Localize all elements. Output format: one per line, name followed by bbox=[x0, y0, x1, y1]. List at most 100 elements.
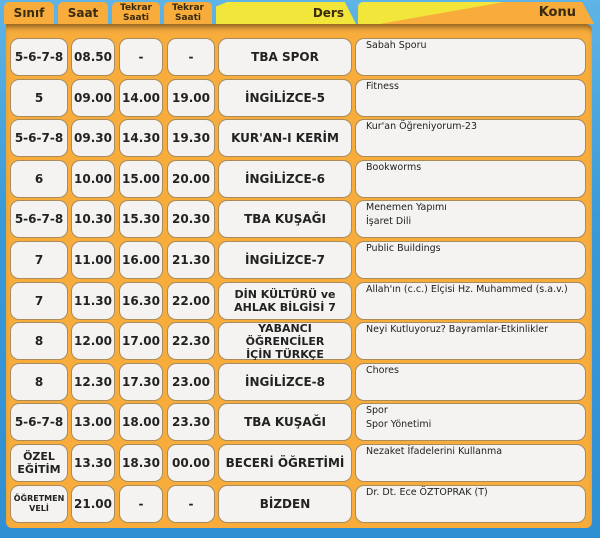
cell-saat: 13.30 bbox=[71, 444, 115, 482]
cell-ders-text: İNGİLİZCE-8 bbox=[245, 374, 325, 389]
cell-saat: 09.00 bbox=[71, 78, 115, 117]
cell-sinif-line: ÖZEL bbox=[23, 450, 55, 463]
cell-tekrar-saati-2: 22.00 bbox=[167, 281, 215, 320]
cell-saat-text: 09.00 bbox=[74, 90, 112, 105]
cell-tekrar-saati-2: 00.00 bbox=[167, 444, 215, 482]
cell-sinif-text: 5-6-7-8 bbox=[14, 131, 64, 146]
cell-saat-text: 12.30 bbox=[74, 374, 112, 389]
cell-ders: İNGİLİZCE-8 bbox=[218, 362, 352, 401]
cell-tekrar-saati-1-text: 17.00 bbox=[122, 334, 160, 349]
cell-tekrar-saati-1-text: 16.30 bbox=[122, 293, 160, 308]
cell-saat: 13.00 bbox=[71, 403, 115, 442]
tab-tekrar2-line1: Tekrar bbox=[172, 3, 204, 13]
cell-tekrar-saati-1-text: 17.30 bbox=[122, 374, 160, 389]
cell-sinif-text: 5-6-7-8 bbox=[14, 415, 64, 430]
cell-saat: 12.30 bbox=[71, 362, 115, 401]
cell-tekrar-saati-2: 20.00 bbox=[167, 159, 215, 198]
cell-tekrar-saati-2: 19.30 bbox=[167, 119, 215, 158]
cell-konu: Kur'an Öğreniyorum-23 bbox=[355, 119, 586, 158]
cell-tekrar-saati-2-text: 23.00 bbox=[172, 374, 210, 389]
cell-sinif-text: 7 bbox=[34, 293, 44, 308]
cell-tekrar-saati-2-text: 22.00 bbox=[172, 293, 210, 308]
cell-sinif: 5 bbox=[10, 78, 68, 117]
cell-tekrar-saati-2: 23.00 bbox=[167, 362, 215, 401]
cell-ders-text: İNGİLİZCE-5 bbox=[245, 90, 325, 105]
cell-tekrar-saati-1-text: 14.00 bbox=[122, 90, 160, 105]
cell-saat: 10.30 bbox=[71, 200, 115, 239]
cell-ders-line: YABANCI ÖĞRENCİLER bbox=[245, 321, 325, 348]
cell-saat-text: 12.00 bbox=[74, 334, 112, 349]
cell-ders-text: İNGİLİZCE-6 bbox=[245, 171, 325, 186]
tab-tekrar-saati-2: Tekrar Saati bbox=[164, 2, 212, 24]
cell-sinif: 6 bbox=[10, 159, 68, 198]
cell-konu: Spor Spor Yönetimi bbox=[355, 403, 586, 442]
cell-konu-line: Fitness bbox=[366, 80, 399, 92]
cell-konu: Fitness bbox=[355, 78, 586, 117]
cell-sinif: 7 bbox=[10, 241, 68, 279]
cell-ders-line: DİN KÜLTÜRÜ ve bbox=[234, 287, 336, 301]
tab-sinif-label: Sınıf bbox=[13, 6, 45, 20]
cell-sinif-text: 6 bbox=[34, 171, 44, 186]
cell-sinif-line: EĞİTİM bbox=[17, 463, 61, 476]
cell-saat-text: 08.50 bbox=[74, 50, 112, 64]
cell-tekrar-saati-1: - bbox=[119, 484, 163, 523]
cell-tekrar-saati-2: 22.30 bbox=[167, 322, 215, 361]
cell-konu: Public Buildings bbox=[355, 241, 586, 279]
tab-konu: Konu bbox=[358, 2, 594, 24]
cell-saat-text: 11.30 bbox=[74, 293, 112, 308]
cell-ders: TBA SPOR bbox=[218, 38, 352, 76]
cell-saat-text: 21.00 bbox=[74, 496, 112, 511]
cell-konu: Menemen Yapımı İşaret Dili bbox=[355, 200, 586, 239]
cell-tekrar-saati-1-text: 15.00 bbox=[122, 171, 160, 186]
cell-konu-line: Bookworms bbox=[366, 161, 422, 173]
cell-tekrar-saati-1-text: 16.00 bbox=[122, 253, 160, 267]
cell-tekrar-saati-2: 20.30 bbox=[167, 200, 215, 239]
cell-saat-text: 10.00 bbox=[74, 171, 112, 186]
cell-sinif: 5-6-7-8 bbox=[10, 200, 68, 239]
cell-ders: İNGİLİZCE-5 bbox=[218, 78, 352, 117]
cell-tekrar-saati-2-text: 19.30 bbox=[172, 131, 210, 146]
cell-saat: 12.00 bbox=[71, 322, 115, 361]
tab-sinif: Sınıf bbox=[4, 2, 54, 24]
cell-tekrar-saati-2-text: 19.00 bbox=[172, 90, 210, 105]
cell-ders-text: BECERİ ÖĞRETİMİ bbox=[225, 456, 345, 470]
cell-ders: BİZDEN bbox=[218, 484, 352, 523]
cell-saat: 21.00 bbox=[71, 484, 115, 523]
cell-konu-line: Sabah Sporu bbox=[366, 40, 427, 51]
cell-tekrar-saati-1: 16.00 bbox=[119, 241, 163, 279]
cell-konu: Neyi Kutluyoruz? Bayramlar-Etkinlikler bbox=[355, 322, 586, 361]
tab-tekrar1-line2: Saati bbox=[122, 13, 149, 23]
cell-tekrar-saati-2-text: 21.30 bbox=[172, 253, 210, 267]
cell-konu-line: Kur'an Öğreniyorum-23 bbox=[366, 121, 477, 133]
cell-tekrar-saati-1: - bbox=[119, 38, 163, 76]
cell-tekrar-saati-1: 17.30 bbox=[119, 362, 163, 401]
cell-tekrar-saati-1: 15.30 bbox=[119, 200, 163, 239]
cell-tekrar-saati-2: - bbox=[167, 38, 215, 76]
cell-konu: Nezaket İfadelerini Kullanma bbox=[355, 444, 586, 482]
cell-tekrar-saati-1-text: 18.30 bbox=[122, 456, 160, 470]
cell-konu-line: Public Buildings bbox=[366, 243, 441, 254]
tab-ders: Ders bbox=[216, 2, 356, 24]
cell-tekrar-saati-2: 21.30 bbox=[167, 241, 215, 279]
cell-sinif-text: 8 bbox=[34, 374, 44, 389]
cell-tekrar-saati-2: 23.30 bbox=[167, 403, 215, 442]
tab-konu-label: Konu bbox=[538, 5, 576, 20]
cell-ders: KUR'AN-I KERİM bbox=[218, 119, 352, 158]
cell-konu: Bookworms bbox=[355, 159, 586, 198]
tab-tekrar2-line2: Saati bbox=[174, 13, 201, 23]
cell-ders: İNGİLİZCE-7 bbox=[218, 241, 352, 279]
cell-tekrar-saati-2-text: 23.30 bbox=[172, 415, 210, 430]
cell-ders: DİN KÜLTÜRÜ ve AHLAK BİLGİSİ 7 bbox=[218, 281, 352, 320]
cell-konu: Dr. Dt. Ece ÖZTOPRAK (T) bbox=[355, 484, 586, 523]
cell-sinif: 8 bbox=[10, 362, 68, 401]
cell-ders-text: KUR'AN-I KERİM bbox=[231, 131, 339, 146]
cell-saat: 11.30 bbox=[71, 281, 115, 320]
cell-saat: 10.00 bbox=[71, 159, 115, 198]
schedule-table: 5-6-7-8 08.50 - - TBA SPOR Sabah Sporu 5 09.00 1… bbox=[6, 24, 592, 528]
cell-konu-line: Chores bbox=[366, 364, 399, 376]
cell-sinif: 5-6-7-8 bbox=[10, 38, 68, 76]
tab-saat-label: Saat bbox=[67, 6, 99, 20]
cell-tekrar-saati-1-text: - bbox=[138, 496, 144, 511]
cell-tekrar-saati-2-text: 20.00 bbox=[172, 171, 210, 186]
cell-tekrar-saati-2-text: 22.30 bbox=[172, 334, 210, 349]
